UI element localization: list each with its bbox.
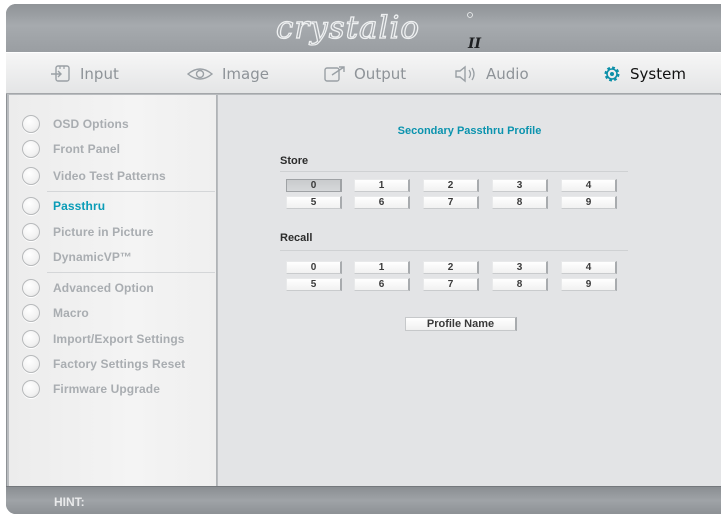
sidebar-item-import-export-settings[interactable]: Import/Export Settings: [9, 328, 217, 350]
store-divider: [280, 171, 628, 172]
recall-label: Recall: [280, 232, 313, 244]
store-button-2[interactable]: 2: [423, 179, 479, 192]
sidebar-item-label: Front Panel: [53, 142, 121, 156]
store-button-8[interactable]: 8: [492, 196, 548, 209]
sidebar-item-firmware-upgrade[interactable]: Firmware Upgrade: [9, 378, 217, 400]
store-button-5[interactable]: 5: [286, 196, 342, 209]
sidebar-item-picture-in-picture[interactable]: Picture in Picture: [9, 221, 217, 243]
tab-system-label: System: [630, 65, 686, 83]
recall-button-2[interactable]: 2: [423, 261, 479, 274]
tab-input-label: Input: [80, 65, 119, 83]
radio-icon: [22, 279, 40, 297]
radio-icon: [22, 223, 40, 241]
sidebar-item-label: DynamicVP™: [53, 250, 133, 264]
tab-audio-label: Audio: [486, 65, 529, 83]
sidebar-item-front-panel[interactable]: Front Panel: [9, 138, 217, 160]
recall-button-7[interactable]: 7: [423, 278, 479, 291]
sidebar-item-factory-settings-reset[interactable]: Factory Settings Reset: [9, 353, 217, 375]
sidebar-item-label: Import/Export Settings: [53, 332, 185, 346]
recall-button-4[interactable]: 4: [561, 261, 617, 274]
radio-icon: [22, 197, 40, 215]
svg-text:II: II: [467, 36, 482, 52]
sidebar-item-label: Picture in Picture: [53, 225, 154, 239]
recall-button-1[interactable]: 1: [354, 261, 410, 274]
speaker-icon: [455, 65, 475, 83]
sidebar-divider: [47, 191, 215, 192]
tab-system[interactable]: System: [602, 63, 686, 85]
output-icon: [324, 66, 345, 82]
main-panel: Secondary Passthru Profile Store 0 1 2 3…: [218, 95, 721, 486]
store-button-9[interactable]: 9: [561, 196, 617, 209]
gear-icon: [604, 66, 620, 82]
radio-icon: [22, 248, 40, 266]
profile-name-button[interactable]: Profile Name: [405, 317, 517, 331]
tab-image[interactable]: Image: [186, 63, 269, 85]
radio-icon: [22, 380, 40, 398]
recall-divider: [280, 250, 628, 251]
eye-icon: [186, 68, 214, 80]
sidebar: OSD Options Front Panel Video Test Patte…: [9, 95, 217, 486]
top-navigation: Input Image Output Audio System: [6, 52, 721, 94]
store-button-0[interactable]: 0: [286, 179, 342, 192]
tab-output[interactable]: Output: [324, 63, 406, 85]
radio-icon: [22, 115, 40, 133]
radio-icon: [22, 304, 40, 322]
store-button-3[interactable]: 3: [492, 179, 548, 192]
sidebar-item-macro[interactable]: Macro: [9, 302, 217, 324]
sidebar-item-dynamicvp[interactable]: DynamicVP™: [9, 246, 217, 268]
sidebar-item-video-test-patterns[interactable]: Video Test Patterns: [9, 165, 217, 187]
tab-audio[interactable]: Audio: [454, 63, 529, 85]
recall-button-5[interactable]: 5: [286, 278, 342, 291]
recall-button-9[interactable]: 9: [561, 278, 617, 291]
sidebar-item-label: Firmware Upgrade: [53, 382, 160, 396]
store-label: Store: [280, 155, 309, 167]
store-button-6[interactable]: 6: [354, 196, 410, 209]
header-bar: crystalio II: [6, 4, 721, 52]
app-window: crystalio II Input Image Output Audio Sy…: [6, 4, 721, 514]
sidebar-item-label: Video Test Patterns: [53, 169, 166, 183]
recall-button-3[interactable]: 3: [492, 261, 548, 274]
radio-icon: [22, 330, 40, 348]
tab-image-label: Image: [222, 65, 269, 83]
svg-text:crystalio: crystalio: [276, 10, 420, 46]
crystalio-logo: crystalio II: [275, 9, 482, 52]
store-button-4[interactable]: 4: [561, 179, 617, 192]
radio-icon: [22, 355, 40, 373]
hint-bar: HINT:: [6, 486, 721, 514]
recall-button-8[interactable]: 8: [492, 278, 548, 291]
sidebar-divider: [47, 272, 215, 273]
sidebar-item-label: Passthru: [53, 199, 106, 213]
hint-label: HINT:: [54, 495, 85, 509]
page-title: Secondary Passthru Profile: [397, 125, 542, 137]
radio-icon: [22, 167, 40, 185]
recall-button-0[interactable]: 0: [286, 261, 342, 274]
tab-output-label: Output: [354, 65, 407, 83]
sidebar-item-label: OSD Options: [53, 117, 129, 131]
sidebar-item-label: Advanced Option: [53, 281, 154, 295]
input-icon: [51, 65, 70, 82]
sidebar-item-label: Factory Settings Reset: [53, 357, 186, 371]
recall-button-6[interactable]: 6: [354, 278, 410, 291]
store-button-1[interactable]: 1: [354, 179, 410, 192]
radio-icon: [22, 140, 40, 158]
sidebar-item-passthru[interactable]: Passthru: [9, 195, 217, 217]
store-button-7[interactable]: 7: [423, 196, 479, 209]
tab-input[interactable]: Input: [50, 63, 119, 85]
sidebar-item-label: Macro: [53, 306, 89, 320]
sidebar-item-advanced-option[interactable]: Advanced Option: [9, 277, 217, 299]
sidebar-item-osd-options[interactable]: OSD Options: [9, 113, 217, 135]
